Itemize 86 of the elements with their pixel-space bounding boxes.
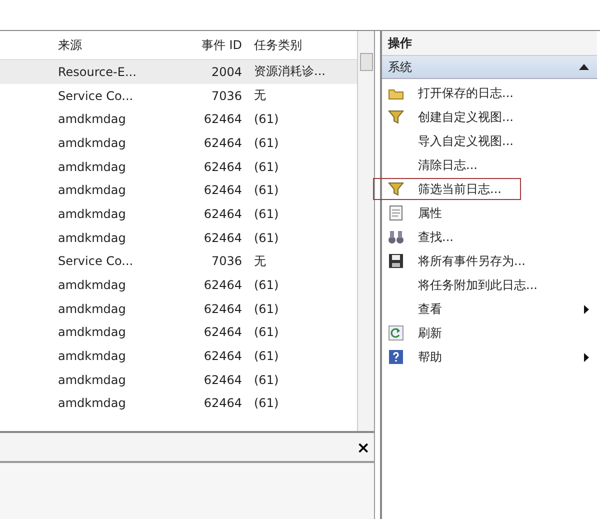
table-cell-text: amdkmdag: [58, 302, 127, 316]
action-item[interactable]: 打开保存的日志...: [382, 81, 597, 105]
table-cell-text: amdkmdag: [58, 230, 127, 245]
event-row[interactable]: amdkmdag 62464 (61): [0, 392, 357, 416]
table-cell: 无: [254, 87, 266, 104]
event-row[interactable]: amdkmdag 62464 (61): [0, 131, 357, 155]
table-cell-text: 62464: [202, 325, 242, 340]
action-item[interactable]: 查找...: [382, 225, 597, 249]
collapse-icon[interactable]: [579, 64, 589, 70]
table-cell-text: 62464: [202, 112, 242, 126]
action-item[interactable]: 创建自定义视图...: [382, 105, 597, 129]
table-cell-text: 7036: [210, 254, 242, 268]
table-cell-text: 2004: [210, 64, 242, 79]
table-cell-text: 62464: [202, 302, 242, 316]
table-cell: (61): [254, 278, 279, 292]
table-cell: (61): [254, 349, 279, 364]
table-cell-text: amdkmdag: [58, 278, 127, 292]
section-header[interactable]: 系统: [382, 56, 597, 79]
table-cell: (61): [254, 183, 279, 198]
table-cell-text: amdkmdag: [58, 112, 127, 126]
event-row[interactable]: Service Co... 7036 无: [0, 250, 357, 274]
pane-title: 操作: [382, 31, 597, 56]
refresh-icon: [388, 325, 404, 341]
table-cell-text: 62464: [202, 160, 242, 174]
event-row[interactable]: Service Co... 7036 无: [0, 84, 357, 108]
table-cell-text: amdkmdag: [58, 136, 127, 150]
action-item[interactable]: 查看: [382, 297, 597, 321]
table-cell: (61): [254, 372, 279, 387]
action-item[interactable]: 筛选当前日志...: [372, 177, 522, 201]
table-cell: 无: [254, 252, 266, 270]
table-cell-text: 62464: [202, 136, 242, 150]
filter-icon: [388, 109, 404, 125]
column-header[interactable]: 任务类别: [254, 36, 302, 54]
event-row[interactable]: amdkmdag 62464 (61): [0, 107, 357, 132]
document-icon: [388, 205, 404, 221]
table-cell-text: 62464: [202, 349, 242, 364]
table-cell: (61): [254, 206, 279, 221]
table-cell-text: Service Co...: [58, 254, 134, 268]
table-cell-text: amdkmdag: [58, 372, 127, 387]
table-cell-text: 7036: [210, 88, 242, 103]
table-cell: (61): [254, 160, 279, 174]
filter-icon: [388, 181, 404, 197]
table-cell-text: amdkmdag: [58, 206, 127, 221]
table-cell: 资源消耗诊...: [254, 63, 326, 80]
column-header[interactable]: 来源: [58, 36, 188, 54]
action-item[interactable]: 属性: [382, 201, 597, 225]
event-row[interactable]: amdkmdag 62464 (61): [0, 273, 357, 297]
table-cell-text: 62464: [202, 278, 242, 292]
table-cell: (61): [254, 112, 279, 126]
table-cell-text: amdkmdag: [58, 160, 127, 174]
scrollbar[interactable]: [357, 31, 374, 431]
table-cell-text: amdkmdag: [58, 349, 127, 364]
close-button[interactable]: ×: [352, 438, 374, 456]
event-row[interactable]: Resource-E... 2004 资源消耗诊...: [0, 60, 357, 84]
table-cell-text: amdkmdag: [58, 183, 127, 198]
event-row[interactable]: amdkmdag 62464 (61): [0, 202, 357, 226]
binoculars-icon: [388, 229, 404, 245]
event-row[interactable]: amdkmdag 62464 (61): [0, 178, 357, 202]
table-cell: (61): [254, 325, 279, 340]
table-cell-text: 62464: [202, 183, 242, 198]
table-cell-text: 62464: [202, 396, 242, 410]
table-cell-text: amdkmdag: [58, 396, 127, 410]
action-item[interactable]: 导入自定义视图...: [382, 129, 597, 153]
action-item[interactable]: 帮助: [382, 345, 597, 369]
action-item[interactable]: 将任务附加到此日志...: [382, 273, 597, 297]
table-cell: (61): [254, 302, 279, 316]
column-header[interactable]: 事件 ID: [188, 36, 242, 54]
action-item[interactable]: 清除日志...: [382, 153, 597, 177]
table-cell-text: Service Co...: [58, 88, 134, 103]
help-icon: [388, 349, 404, 365]
table-cell-text: 62464: [202, 230, 242, 245]
event-row[interactable]: amdkmdag 62464 (61): [0, 320, 357, 344]
event-row[interactable]: amdkmdag 62464 (61): [0, 344, 357, 368]
table-cell: (61): [254, 136, 279, 150]
table-cell-text: 62464: [202, 206, 242, 221]
action-item[interactable]: 刷新: [382, 321, 597, 345]
event-row[interactable]: amdkmdag 62464 (61): [0, 296, 357, 321]
event-row[interactable]: amdkmdag 62464 (61): [0, 226, 357, 250]
table-cell-text: amdkmdag: [58, 325, 127, 340]
event-row[interactable]: amdkmdag 62464 (61): [0, 368, 357, 392]
event-row[interactable]: amdkmdag 62464 (61): [0, 154, 357, 178]
table-cell-text: 62464: [202, 372, 242, 387]
action-item[interactable]: 将所有事件另存为...: [382, 249, 597, 273]
table-cell: (61): [254, 230, 279, 245]
table-cell-text: Resource-E...: [58, 64, 138, 79]
table-cell: (61): [254, 396, 279, 410]
